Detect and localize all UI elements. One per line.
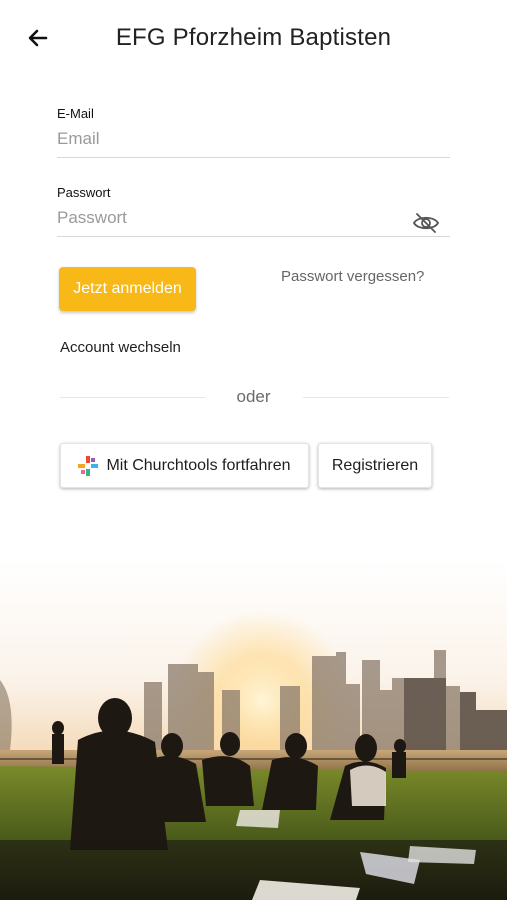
eye-off-icon <box>412 213 440 233</box>
email-underline <box>57 157 450 158</box>
email-input[interactable] <box>57 121 450 157</box>
hero-image <box>0 560 507 900</box>
churchtools-button-label: Mit Churchtools fortfahren <box>106 456 291 474</box>
register-button[interactable]: Registrieren <box>318 443 432 488</box>
email-label: E-Mail <box>57 106 94 121</box>
churchtools-login-button[interactable]: Mit Churchtools fortfahren <box>60 443 309 488</box>
password-underline <box>57 236 450 237</box>
login-button[interactable]: Jetzt anmelden <box>59 267 196 311</box>
page-title: EFG Pforzheim Baptisten <box>115 24 392 51</box>
city-skyline-picnic-image <box>0 560 507 900</box>
password-field-group: Passwort <box>57 185 450 237</box>
toggle-password-visibility-button[interactable] <box>412 211 440 235</box>
password-input[interactable] <box>57 200 450 236</box>
switch-account-link[interactable]: Account wechseln <box>60 339 181 356</box>
churchtools-logo-icon <box>78 455 99 476</box>
password-label: Passwort <box>57 185 111 200</box>
forgot-password-link[interactable]: Passwort vergessen? <box>281 268 424 285</box>
divider-right <box>303 397 449 398</box>
app-header: EFG Pforzheim Baptisten <box>0 0 507 78</box>
email-field-group: E-Mail <box>57 106 450 158</box>
